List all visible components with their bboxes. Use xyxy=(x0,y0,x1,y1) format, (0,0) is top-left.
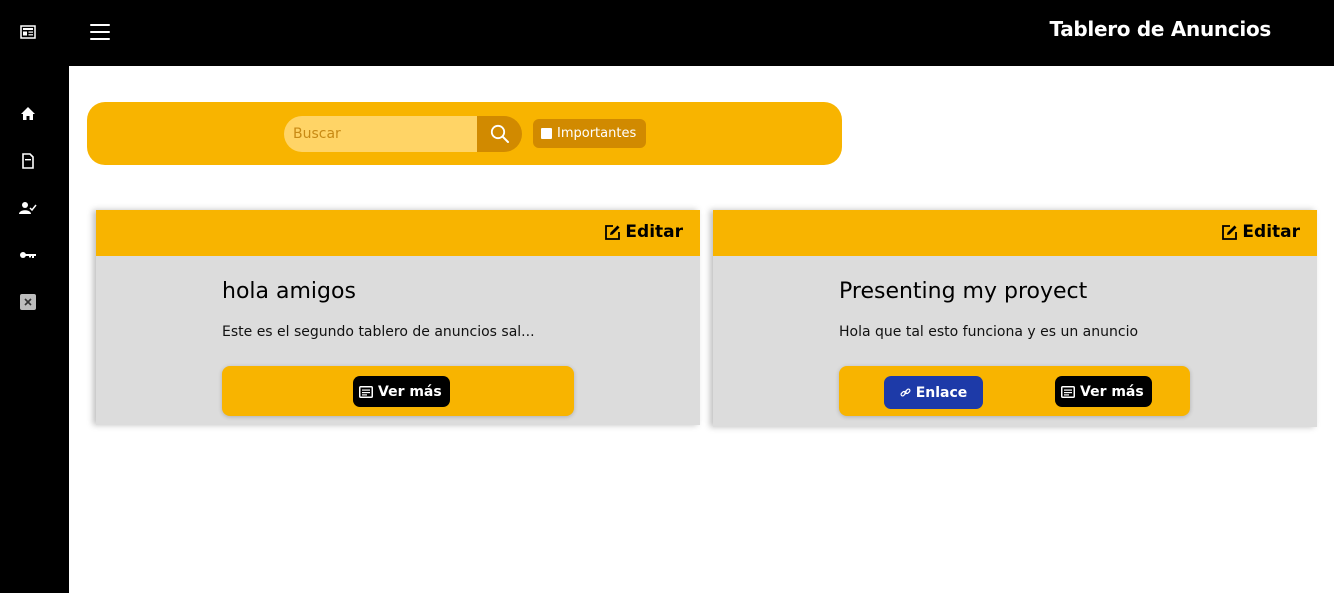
sidebar xyxy=(0,0,69,593)
important-checkbox[interactable] xyxy=(541,128,552,139)
article-icon xyxy=(359,385,373,398)
link-icon xyxy=(900,388,911,397)
search-button[interactable] xyxy=(477,116,522,152)
card-title: Presenting my proyect xyxy=(839,279,1088,304)
edit-label: Editar xyxy=(1242,222,1300,242)
search-icon xyxy=(490,124,509,143)
search-input[interactable] xyxy=(284,116,477,152)
card-actions: Ver más xyxy=(222,366,574,416)
card-actions: Enlace Ver más xyxy=(839,366,1190,416)
view-more-button[interactable]: Ver más xyxy=(353,376,450,407)
announcement-card: Editar Presenting my proyect Hola que ta… xyxy=(713,210,1317,427)
home-icon[interactable] xyxy=(19,105,37,123)
document-icon[interactable] xyxy=(19,152,37,170)
edit-button[interactable]: Editar xyxy=(1221,222,1300,242)
edit-button[interactable]: Editar xyxy=(604,222,683,242)
article-icon xyxy=(1061,385,1075,398)
announcement-card: Editar hola amigos Este es el segundo ta… xyxy=(96,210,700,425)
important-filter-toggle[interactable]: Importantes xyxy=(533,119,646,148)
card-description: Este es el segundo tablero de anuncios s… xyxy=(222,324,535,340)
edit-label: Editar xyxy=(625,222,683,242)
user-check-icon[interactable] xyxy=(19,199,37,217)
view-more-label: Ver más xyxy=(1080,383,1144,400)
view-more-label: Ver más xyxy=(378,383,442,400)
close-box-icon[interactable] xyxy=(19,293,37,311)
card-header: Editar xyxy=(96,210,700,256)
link-button[interactable]: Enlace xyxy=(884,376,983,409)
edit-icon xyxy=(605,224,621,240)
card-title: hola amigos xyxy=(222,279,356,304)
link-label: Enlace xyxy=(915,384,968,401)
card-description: Hola que tal esto funciona y es un anunc… xyxy=(839,324,1139,340)
key-icon[interactable] xyxy=(19,246,37,264)
page-title: Tablero de Anuncios xyxy=(1049,17,1271,41)
top-bar: Tablero de Anuncios xyxy=(69,0,1334,66)
menu-icon[interactable] xyxy=(90,22,111,42)
view-more-button[interactable]: Ver más xyxy=(1055,376,1152,407)
newspaper-icon[interactable] xyxy=(19,23,37,41)
card-header: Editar xyxy=(713,210,1317,256)
edit-icon xyxy=(1222,224,1238,240)
important-label: Importantes xyxy=(557,126,637,141)
search-panel: Importantes xyxy=(87,102,842,165)
